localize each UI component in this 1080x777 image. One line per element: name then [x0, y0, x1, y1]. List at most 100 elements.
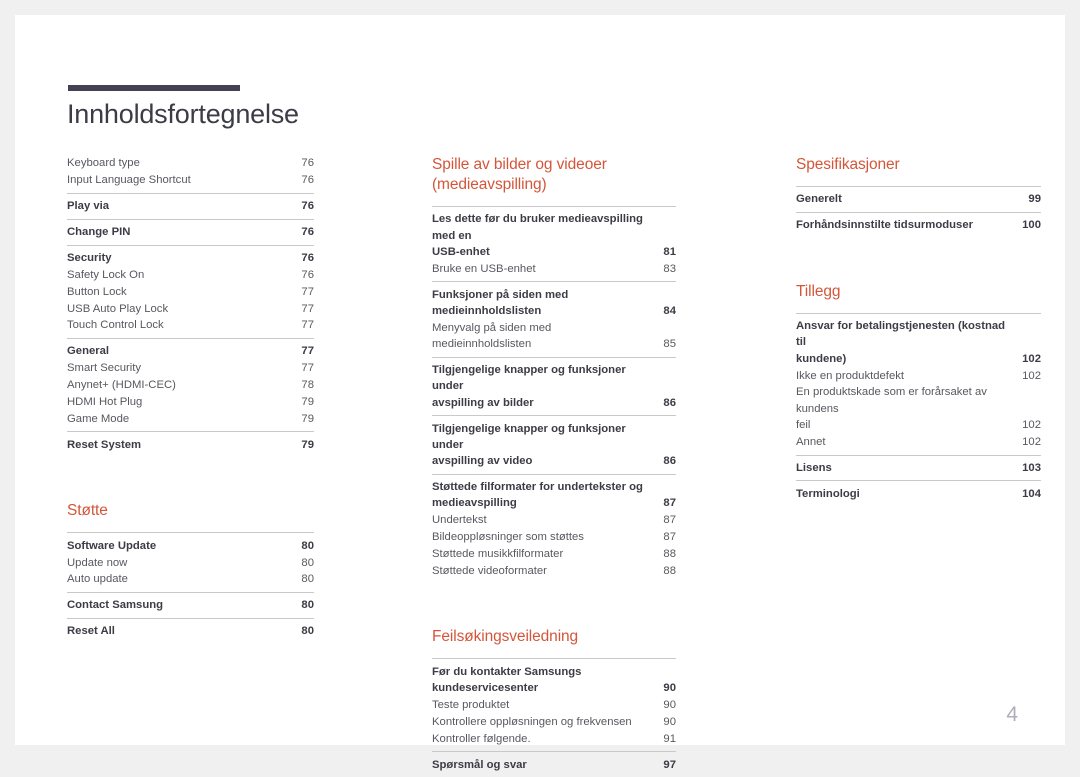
toc-group: General 77 Smart Security 77 Anynet+ (HDMI-C… — [67, 338, 314, 431]
toc-entry-page: 85 — [663, 338, 676, 351]
toc-entry[interactable]: Anynet+ (HDMI-CEC) 78 — [67, 377, 314, 394]
toc-section: Keyboard type 76 Input Language Shortcut 76… — [67, 155, 314, 457]
toc-entry-page: 87 — [663, 514, 676, 527]
toc-entry[interactable]: Spørsmål og svar 97 — [432, 756, 676, 773]
toc-entry-label: Menyvalg på siden med medieinnholdsliste… — [432, 321, 552, 351]
page-title: Innholdsfortegnelse — [67, 99, 299, 129]
toc-entry[interactable]: Forhåndsinnstilte tidsurmoduser 100 — [796, 217, 1041, 234]
toc-entry-page: 77 — [301, 362, 314, 375]
toc-entry[interactable]: Lisens 103 — [796, 460, 1041, 477]
toc-group: Tilgjengelige knapper og funksjoner unde… — [432, 356, 676, 415]
toc-group: Før du kontakter Samsungs kundeservicese… — [432, 658, 676, 751]
toc-entry-label: Funksjoner på siden med medieinnholdslis… — [432, 288, 569, 317]
toc-entry[interactable]: Input Language Shortcut 76 — [67, 172, 314, 189]
toc-group: Terminologi 104 — [796, 480, 1041, 506]
toc-group: Spørsmål og svar 97 — [432, 751, 676, 777]
toc-entry[interactable]: Støttede videoformater 88 — [432, 563, 676, 580]
toc-entry-label: Les dette før du bruker medieavspilling … — [432, 213, 643, 258]
toc-entry-page: 80 — [301, 556, 314, 569]
toc-entry[interactable]: Play via 76 — [67, 198, 314, 215]
toc-entry[interactable]: Støttede musikkfilformater 88 — [432, 546, 676, 563]
toc-entry-page: 86 — [663, 455, 676, 468]
toc-entry[interactable]: Annet 102 — [796, 434, 1041, 451]
toc-entry[interactable]: Software Update 80 — [67, 537, 314, 554]
toc-group: Reset All 80 — [67, 617, 314, 644]
toc-entry[interactable]: Reset All 80 — [67, 623, 314, 640]
toc-group: Forhåndsinnstilte tidsurmoduser 100 — [796, 211, 1041, 238]
toc-entry-label: USB Auto Play Lock — [67, 302, 169, 315]
toc-entry-page: 76 — [301, 174, 314, 187]
toc-entry-page: 91 — [663, 732, 676, 745]
toc-entry-label: Auto update — [67, 573, 128, 586]
toc-entry[interactable]: Støttede filformater for undertekster og… — [432, 479, 676, 512]
toc-entry[interactable]: Smart Security 77 — [67, 360, 314, 377]
toc-entry-page: 77 — [301, 285, 314, 298]
toc-group: Keyboard type 76 Input Language Shortcut 76 — [67, 155, 314, 193]
toc-entry[interactable]: Tilgjengelige knapper og funksjoner unde… — [432, 420, 676, 469]
toc-entry[interactable]: Game Mode 79 — [67, 411, 314, 428]
section-heading[interactable]: Feilsøkingsveiledning — [432, 627, 676, 647]
toc-entry-label: Støttede filformater for undertekster og… — [432, 481, 643, 510]
page-number: 4 — [1006, 703, 1018, 726]
section-heading[interactable]: Spille av bilder og videoer (medieavspil… — [432, 155, 676, 195]
toc-entry-label: Teste produktet — [432, 698, 510, 711]
column-right: Spesifikasjoner Generelt 99 Forhåndsinnstil… — [796, 155, 1041, 506]
toc-entry[interactable]: Ikke en produktdefekt 102 — [796, 367, 1041, 384]
toc-entry-page: 77 — [301, 345, 314, 358]
toc-entry[interactable]: HDMI Hot Plug 79 — [67, 394, 314, 411]
toc-entry-label: Tilgjengelige knapper og funksjoner unde… — [432, 364, 626, 409]
toc-entry-label: Terminologi — [796, 487, 860, 500]
toc-entry[interactable]: Contact Samsung 80 — [67, 597, 314, 614]
toc-entry-label: Game Mode — [67, 412, 130, 425]
toc-entry[interactable]: Funksjoner på siden med medieinnholdslis… — [432, 286, 676, 319]
toc-entry-label: Ansvar for betalingstjenesten (kostnad t… — [796, 320, 1006, 365]
toc-entry[interactable]: Tilgjengelige knapper og funksjoner unde… — [432, 362, 676, 411]
toc-entry[interactable]: Menyvalg på siden med medieinnholdsliste… — [432, 320, 676, 353]
toc-entry-label: Annet — [796, 435, 826, 448]
toc-entry[interactable]: Keyboard type 76 — [67, 155, 314, 172]
section-heading[interactable]: Støtte — [67, 501, 314, 521]
toc-entry[interactable]: USB Auto Play Lock 77 — [67, 300, 314, 317]
toc-entry-label: Kontroller følgende. — [432, 732, 531, 745]
toc-entry-label: Change PIN — [67, 225, 131, 238]
section-heading[interactable]: Spesifikasjoner — [796, 155, 1041, 175]
toc-entry[interactable]: Button Lock 77 — [67, 283, 314, 300]
toc-entry[interactable]: Reset System 79 — [67, 436, 314, 453]
toc-entry[interactable]: General 77 — [67, 343, 314, 360]
toc-entry[interactable]: Security 76 — [67, 250, 314, 267]
toc-entry[interactable]: Update now 80 — [67, 554, 314, 571]
section-heading[interactable]: Tillegg — [796, 282, 1041, 302]
toc-entry[interactable]: Touch Control Lock 77 — [67, 317, 314, 334]
toc-entry[interactable]: Ansvar for betalingstjenesten (kostnad t… — [796, 318, 1041, 367]
toc-entry[interactable]: Auto update 80 — [67, 571, 314, 588]
toc-entry[interactable]: Undertekst 87 — [432, 512, 676, 529]
toc-entry[interactable]: Safety Lock On 76 — [67, 266, 314, 283]
toc-entry-label: Button Lock — [67, 285, 127, 298]
toc-entry-page: 80 — [301, 599, 314, 612]
toc-entry[interactable]: Kontroller følgende. 91 — [432, 730, 676, 747]
toc-entry[interactable]: Kontrollere oppløsningen og frekvensen 90 — [432, 714, 676, 731]
toc-entry[interactable]: En produktskade som er forårsaket av kun… — [796, 384, 1041, 433]
toc-entry-label: Input Language Shortcut — [67, 174, 191, 187]
toc-entry-label: Tilgjengelige knapper og funksjoner unde… — [432, 422, 626, 468]
toc-entry[interactable]: Bildeoppløsninger som støttes 87 — [432, 529, 676, 546]
toc-entry-label: Update now — [67, 556, 128, 569]
toc-entry-label: Play via — [67, 200, 110, 213]
toc-group: Play via 76 — [67, 192, 314, 219]
toc-section: Tillegg Ansvar for betalingstjenesten (ko… — [796, 238, 1041, 507]
toc-entry[interactable]: Terminologi 104 — [796, 485, 1041, 502]
toc-section: Spesifikasjoner Generelt 99 Forhåndsinnstil… — [796, 155, 1041, 238]
toc-entry-page: 77 — [301, 319, 314, 332]
toc-entry[interactable]: Før du kontakter Samsungs kundeservicese… — [432, 663, 676, 696]
toc-entry-page: 77 — [301, 302, 314, 315]
toc-entry[interactable]: Teste produktet 90 — [432, 697, 676, 714]
toc-entry[interactable]: Bruke en USB-enhet 83 — [432, 260, 676, 277]
toc-entry[interactable]: Generelt 99 — [796, 191, 1041, 208]
toc-group: Generelt 99 — [796, 186, 1041, 212]
toc-group: Change PIN 76 — [67, 218, 314, 245]
toc-entry-page: 80 — [301, 573, 314, 586]
toc-entry-page: 79 — [301, 438, 314, 451]
toc-group: Støttede filformater for undertekster og… — [432, 473, 676, 584]
toc-entry[interactable]: Les dette før du bruker medieavspilling … — [432, 211, 676, 260]
toc-entry[interactable]: Change PIN 76 — [67, 224, 314, 241]
